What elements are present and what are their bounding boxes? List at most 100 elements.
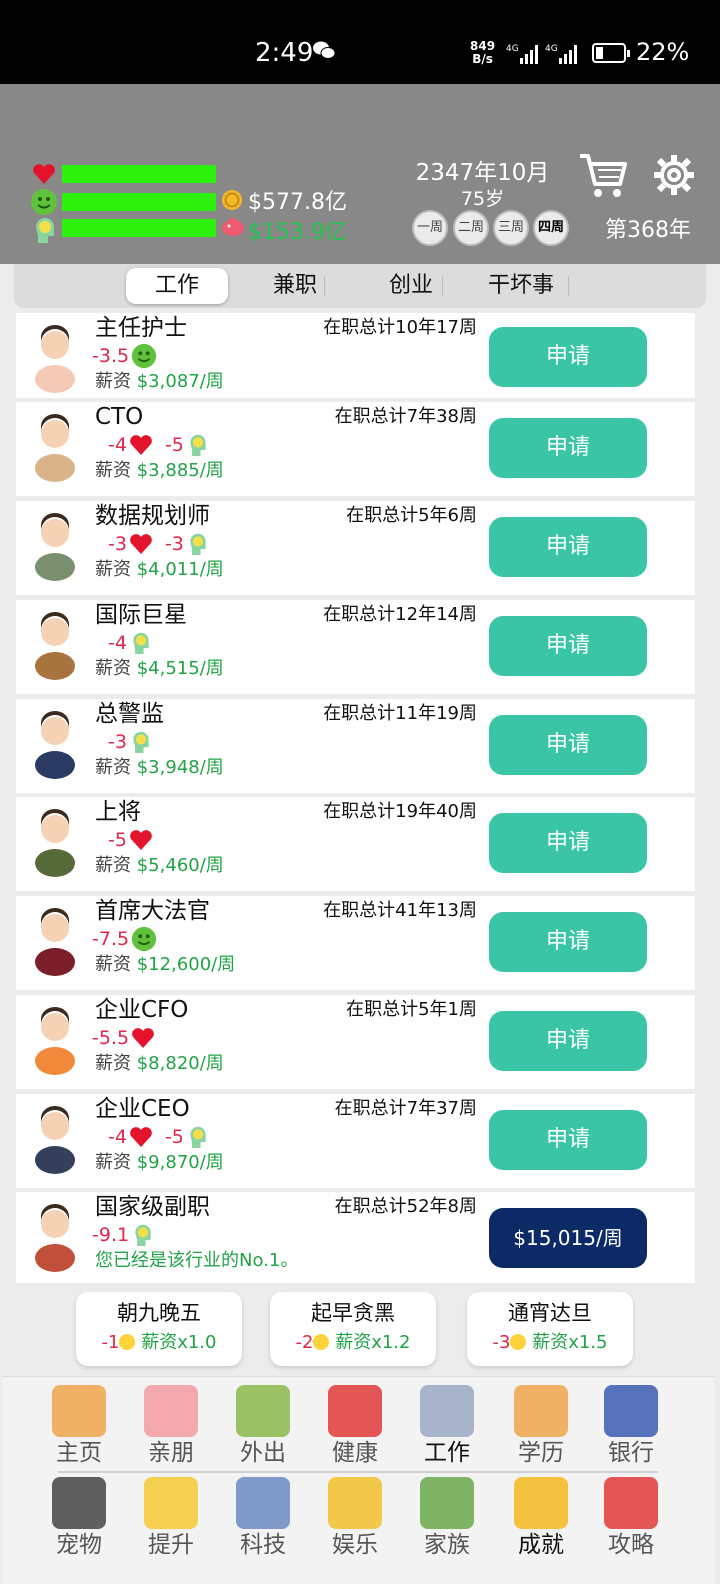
job-card: CTO 在职总计7年38周 -4 -5 薪资 $3,885/周 申请 bbox=[16, 402, 695, 496]
shift-option-3[interactable]: 通宵达旦 -3 薪资x1.5 bbox=[467, 1292, 633, 1366]
apply-button[interactable]: 申请 bbox=[489, 715, 647, 775]
job-card: 企业CFO 在职总计5年1周 -5.5 薪资 $8,820/周 申请 bbox=[16, 995, 695, 1089]
piggy-bank-icon bbox=[222, 218, 244, 236]
work-icon bbox=[420, 1385, 474, 1437]
shift-multiplier: 薪资x1.0 bbox=[141, 1332, 217, 1353]
salary-value: $8,820/周 bbox=[136, 1053, 224, 1074]
week-button-4[interactable]: 四周 bbox=[533, 210, 569, 246]
net-speed-unit: B/s bbox=[472, 52, 493, 66]
apply-button[interactable]: 申请 bbox=[489, 813, 647, 873]
shift-effect: -2 薪资x1.2 bbox=[270, 1330, 436, 1356]
shift-title: 起早贪黑 bbox=[311, 1301, 395, 1325]
apply-button[interactable]: 申请 bbox=[489, 418, 647, 478]
job-effects: -4 -5 bbox=[92, 1124, 209, 1150]
job-avatar-icon bbox=[35, 711, 75, 779]
nav-bank[interactable]: 银行 bbox=[584, 1379, 674, 1471]
salary-value: $9,870/周 bbox=[136, 1152, 224, 1173]
effect-value-2: -5 bbox=[164, 434, 184, 456]
education-icon bbox=[514, 1385, 568, 1437]
tab-parttime[interactable]: 兼职 bbox=[250, 268, 340, 304]
nav-family[interactable]: 家族 bbox=[400, 1471, 490, 1563]
tab-mischief[interactable]: 干坏事 bbox=[476, 268, 566, 304]
job-effects: -4 bbox=[92, 630, 152, 656]
guide-icon bbox=[604, 1477, 658, 1529]
shift-option-2[interactable]: 起早贪黑 -2 薪资x1.2 bbox=[270, 1292, 436, 1366]
job-tenure: 在职总计5年1周 bbox=[346, 999, 477, 1020]
svg-text:4G: 4G bbox=[506, 44, 519, 54]
apply-button[interactable]: 申请 bbox=[489, 616, 647, 676]
job-card: 企业CEO 在职总计7年37周 -4 -5 薪资 $9,870/周 申请 bbox=[16, 1094, 695, 1188]
job-avatar-icon bbox=[35, 1106, 75, 1174]
nav-work[interactable]: 工作 bbox=[400, 1379, 490, 1471]
salary-line: 薪资 $3,087/周 bbox=[95, 369, 224, 395]
apply-button[interactable]: 申请 bbox=[489, 327, 647, 387]
nav-label: 银行 bbox=[608, 1440, 654, 1466]
year-counter: 第368年 bbox=[605, 218, 691, 243]
nav-improve[interactable]: 提升 bbox=[124, 1471, 214, 1563]
week-button-3[interactable]: 三周 bbox=[493, 210, 529, 246]
outing-icon bbox=[236, 1385, 290, 1437]
apply-button[interactable]: 申请 bbox=[489, 912, 647, 972]
salary-label: 薪资 bbox=[95, 658, 131, 679]
nav-label: 娱乐 bbox=[332, 1532, 378, 1558]
job-tenure: 在职总计7年38周 bbox=[334, 406, 477, 427]
week-button-2[interactable]: 二周 bbox=[453, 210, 489, 246]
wechat-icon bbox=[313, 41, 336, 59]
job-title: 国家级副职 bbox=[95, 1194, 210, 1220]
nav-label: 宠物 bbox=[56, 1532, 102, 1558]
salary-value: $4,515/周 bbox=[136, 658, 224, 679]
job-title: 主任护士 bbox=[95, 315, 187, 341]
tab-work[interactable]: 工作 bbox=[126, 268, 228, 304]
settings-gear-icon[interactable] bbox=[653, 154, 695, 196]
nav-education[interactable]: 学历 bbox=[494, 1379, 584, 1471]
nav-tech[interactable]: 科技 bbox=[216, 1471, 306, 1563]
brain-head-icon bbox=[35, 217, 54, 243]
heart-icon bbox=[130, 534, 152, 554]
salary-value: $4,011/周 bbox=[136, 559, 224, 580]
job-title: 企业CFO bbox=[95, 997, 189, 1023]
nav-home[interactable]: 主页 bbox=[32, 1379, 122, 1471]
shopping-cart-icon[interactable] bbox=[578, 150, 628, 200]
nav-outing[interactable]: 外出 bbox=[216, 1379, 306, 1471]
effect-value-1: -4 bbox=[108, 434, 127, 456]
apply-button[interactable]: 申请 bbox=[489, 1110, 647, 1170]
nav-health[interactable]: 健康 bbox=[308, 1379, 398, 1471]
effect-value-1: -4 bbox=[108, 632, 127, 654]
home-icon bbox=[52, 1385, 106, 1437]
effect-value-1: -5.5 bbox=[92, 1027, 130, 1049]
category-tabs: 工作 兼职 创业 干坏事 bbox=[14, 264, 706, 308]
happiness-icon bbox=[313, 1334, 330, 1350]
shift-cost: -2 bbox=[295, 1332, 314, 1353]
job-tenure: 在职总计5年6周 bbox=[346, 505, 477, 526]
nav-pet[interactable]: 宠物 bbox=[32, 1471, 122, 1563]
player-age: 75岁 bbox=[460, 188, 505, 210]
job-tenure: 在职总计7年37周 bbox=[334, 1098, 477, 1119]
week-button-1[interactable]: 一周 bbox=[412, 210, 448, 246]
pet-icon bbox=[52, 1477, 106, 1529]
nav-label: 工作 bbox=[424, 1440, 470, 1466]
signal-icon-2: 4G bbox=[545, 44, 577, 64]
effect-value-2: -3 bbox=[164, 533, 184, 555]
nav-guide[interactable]: 攻略 bbox=[584, 1471, 674, 1563]
salary-value: $3,948/周 bbox=[136, 757, 224, 778]
heart-icon bbox=[130, 1127, 152, 1147]
current-salary-button[interactable]: $15,015/周 bbox=[489, 1208, 647, 1268]
stats-header: $577.8亿 $153.9亿 2347年10月 75岁 一周 二周 三周 四周… bbox=[0, 84, 720, 264]
heart-icon bbox=[130, 435, 152, 455]
salary-value: $5,460/周 bbox=[136, 855, 224, 876]
nav-entertainment[interactable]: 娱乐 bbox=[308, 1471, 398, 1563]
shift-option-1[interactable]: 朝九晚五 -1 薪资x1.0 bbox=[76, 1292, 242, 1366]
nav-label: 家族 bbox=[424, 1532, 470, 1558]
job-card: 国际巨星 在职总计12年14周 -4 薪资 $4,515/周 申请 bbox=[16, 600, 695, 694]
nav-achievement[interactable]: 成就 bbox=[494, 1471, 584, 1563]
heart-icon bbox=[132, 1028, 154, 1048]
apply-button[interactable]: 申请 bbox=[489, 517, 647, 577]
job-avatar-icon bbox=[35, 414, 75, 482]
shift-multiplier: 薪资x1.2 bbox=[335, 1332, 411, 1353]
salary-value: $3,885/周 bbox=[136, 460, 224, 481]
salary-line: 薪资 $12,600/周 bbox=[95, 952, 235, 978]
nav-friends[interactable]: 亲朋 bbox=[124, 1379, 214, 1471]
apply-button[interactable]: 申请 bbox=[489, 1011, 647, 1071]
salary-line: 薪资 $5,460/周 bbox=[95, 853, 224, 879]
job-avatar-icon bbox=[35, 809, 75, 877]
